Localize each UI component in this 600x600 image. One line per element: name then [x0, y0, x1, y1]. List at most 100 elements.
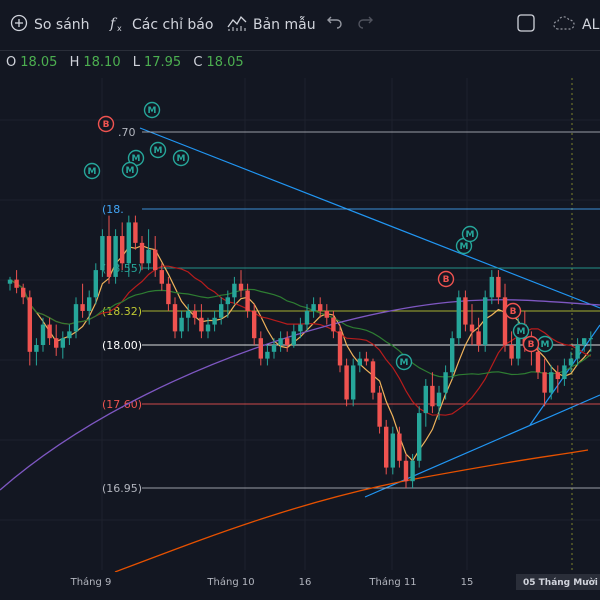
candle-body: [106, 236, 112, 277]
candle-body: [265, 351, 270, 359]
candle-body: [344, 365, 349, 400]
candle-body: [417, 413, 422, 461]
level-label: (18.: [102, 203, 124, 216]
candle-body: [469, 324, 475, 332]
candle-body: [232, 283, 237, 298]
candle-body: [582, 338, 587, 345]
candle-body: [245, 290, 250, 311]
candle-body: [443, 372, 448, 393]
candle-body: [34, 345, 39, 352]
price-chart[interactable]: .70(18.(18.55)(18.32)(18.00)(17.60)(16.9…: [0, 0, 600, 600]
candle-body: [476, 331, 481, 345]
candle-body: [212, 317, 217, 325]
candle-body: [390, 433, 395, 468]
candle-body: [159, 270, 164, 284]
candle-body: [318, 304, 323, 311]
candle-body: [133, 222, 138, 243]
x-axis-tick-label: 15: [461, 577, 474, 588]
candle-body: [27, 297, 32, 352]
candle-body: [199, 317, 204, 332]
candle-body: [357, 358, 362, 366]
x-axis-tick-label: 16: [299, 577, 312, 588]
candle-body: [47, 324, 52, 339]
candle-body: [351, 365, 356, 400]
candle-body: [87, 297, 92, 311]
candle-body: [384, 426, 389, 468]
candle-body: [509, 345, 514, 359]
candle-body: [463, 297, 468, 325]
candle-body: [562, 365, 567, 380]
candle-body: [370, 361, 376, 393]
signal-marker-label: M: [126, 166, 135, 176]
candle-body: [225, 297, 230, 305]
candle-body: [54, 338, 59, 348]
candle-body: [238, 283, 244, 291]
candle-body: [126, 222, 131, 264]
x-axis-tick-label: Tháng 9: [70, 576, 112, 588]
candle-body: [483, 297, 488, 345]
signal-markers: BMMMMMMMMBBMMMB: [83, 101, 554, 371]
candle-body: [456, 297, 461, 339]
candle-body: [436, 392, 442, 407]
candle-body: [311, 304, 316, 311]
candle-body: [113, 236, 118, 277]
candle-body: [423, 385, 428, 414]
signal-marker-label: M: [400, 358, 409, 368]
candle-body: [100, 236, 105, 271]
candle-body: [172, 304, 178, 332]
candle-body: [496, 276, 501, 298]
resistance-trendline: [139, 127, 600, 309]
candle-body: [139, 242, 145, 264]
candle-body: [192, 310, 197, 318]
moving-averages: [0, 244, 600, 573]
signal-marker-label: M: [148, 106, 157, 116]
candle-body: [397, 433, 402, 461]
signal-marker-label: M: [177, 154, 186, 164]
candle-body: [535, 351, 541, 373]
candle-body: [304, 310, 310, 325]
candle-body: [80, 304, 85, 311]
candle-body: [377, 392, 382, 427]
candle-body: [542, 372, 547, 393]
candle-body: [588, 338, 593, 340]
candle-body: [67, 331, 72, 339]
candle-body: [153, 249, 158, 271]
candle-body: [549, 372, 554, 393]
candle-body: [298, 324, 303, 332]
level-label: .70: [118, 126, 136, 139]
candle-body: [489, 276, 494, 298]
candle-body: [179, 317, 184, 332]
candle-body: [186, 310, 191, 318]
candle-body: [331, 317, 336, 332]
candle-body: [568, 358, 574, 366]
candle-body: [146, 249, 151, 264]
candles: [7, 215, 593, 488]
signal-marker-label: B: [528, 340, 535, 350]
candle-body: [450, 338, 455, 373]
x-axis-tick-label: Tháng 11: [368, 576, 416, 588]
signal-marker-label: M: [466, 230, 475, 240]
level-label: (18.32): [102, 305, 142, 318]
level-label: (16.95): [102, 482, 142, 495]
candle-body: [166, 283, 171, 305]
candle-body: [337, 331, 343, 366]
level-label: (18.00): [102, 339, 142, 352]
candle-body: [430, 385, 435, 407]
ma-slow-line: [114, 449, 589, 573]
candle-body: [73, 304, 79, 332]
candle-body: [410, 460, 415, 482]
candle-body: [252, 310, 257, 339]
x-axis: Tháng 9 Tháng 10 16 Tháng 11 15 05 Tháng Mười…: [0, 572, 600, 600]
candle-body: [60, 338, 65, 348]
candle-body: [555, 372, 560, 380]
candle-body: [93, 270, 98, 298]
signal-marker-label: M: [88, 167, 97, 177]
x-axis-tick-label: Tháng 10: [206, 576, 254, 588]
candle-body: [40, 324, 46, 345]
signal-marker-label: B: [510, 307, 517, 317]
candle-body: [291, 331, 296, 345]
candle-body: [403, 460, 409, 482]
candle-body: [219, 304, 224, 318]
candle-body: [575, 345, 580, 359]
signal-marker-label: M: [154, 146, 163, 156]
